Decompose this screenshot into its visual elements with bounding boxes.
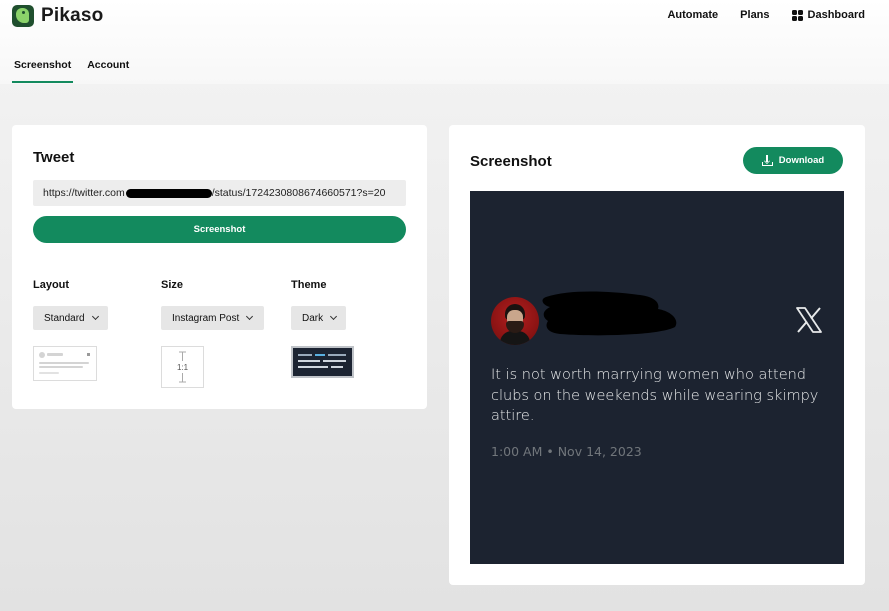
tab-bar: Screenshot Account [12,58,143,83]
chevron-down-icon [330,312,338,321]
top-nav: Automate Plans Dashboard [645,9,865,21]
download-button-label: Download [778,155,825,166]
chevron-down-icon [91,312,99,321]
nav-automate[interactable]: Automate [667,9,718,21]
app-name: Pikaso [41,5,104,26]
tweet-text: It is not worth marrying women who atten… [491,367,819,424]
url-suffix: /status/1724230808674660571?s=20 [211,187,386,199]
screenshot-button[interactable]: Screenshot [33,216,406,243]
url-redaction [125,188,212,198]
theme-preview-thumbnail[interactable] [291,346,354,378]
size-select[interactable]: Instagram Post [161,306,264,330]
url-prefix: https://twitter.com [43,187,125,199]
size-preview-thumbnail[interactable]: 1:1 [161,346,204,388]
dashboard-grid-icon [791,9,803,21]
theme-select[interactable]: Dark [291,306,346,330]
size-select-value: Instagram Post [172,312,240,324]
screenshot-panel-title: Screenshot [470,153,552,170]
screenshot-panel: Screenshot Download It is not worth marr… [449,125,865,585]
download-icon [761,155,773,166]
tab-account[interactable]: Account [85,58,131,83]
layout-select[interactable]: Standard [33,306,108,330]
logo-icon [12,5,34,27]
chevron-down-icon [246,312,254,321]
theme-label: Theme [291,279,327,291]
tweet-panel-title: Tweet [33,149,75,166]
top-bar: Pikaso Automate Plans Dashboard Screensh… [0,0,889,84]
layout-label: Layout [33,279,70,291]
size-ratio-label: 1:1 [177,363,189,372]
nav-dashboard-label: Dashboard [807,9,865,21]
layout-preview-thumbnail[interactable] [33,346,97,381]
theme-select-value: Dark [302,312,324,324]
tweet-screenshot-preview: It is not worth marrying women who atten… [470,191,844,564]
layout-select-value: Standard [44,312,85,324]
nav-dashboard[interactable]: Dashboard [791,9,865,21]
download-button[interactable]: Download [743,147,843,174]
x-logo-icon [796,307,822,333]
nav-plans[interactable]: Plans [740,9,769,21]
avatar [491,297,539,345]
username-redaction [542,291,677,336]
tweet-url-input[interactable]: https://twitter.com /status/172423080867… [33,180,406,206]
tweet-timestamp: 1:00 AM • Nov 14, 2023 [491,444,642,459]
size-label: Size [161,279,184,291]
tweet-panel: Tweet https://twitter.com /status/172423… [12,125,427,409]
logo[interactable]: Pikaso [12,5,103,27]
tab-screenshot[interactable]: Screenshot [12,58,74,83]
